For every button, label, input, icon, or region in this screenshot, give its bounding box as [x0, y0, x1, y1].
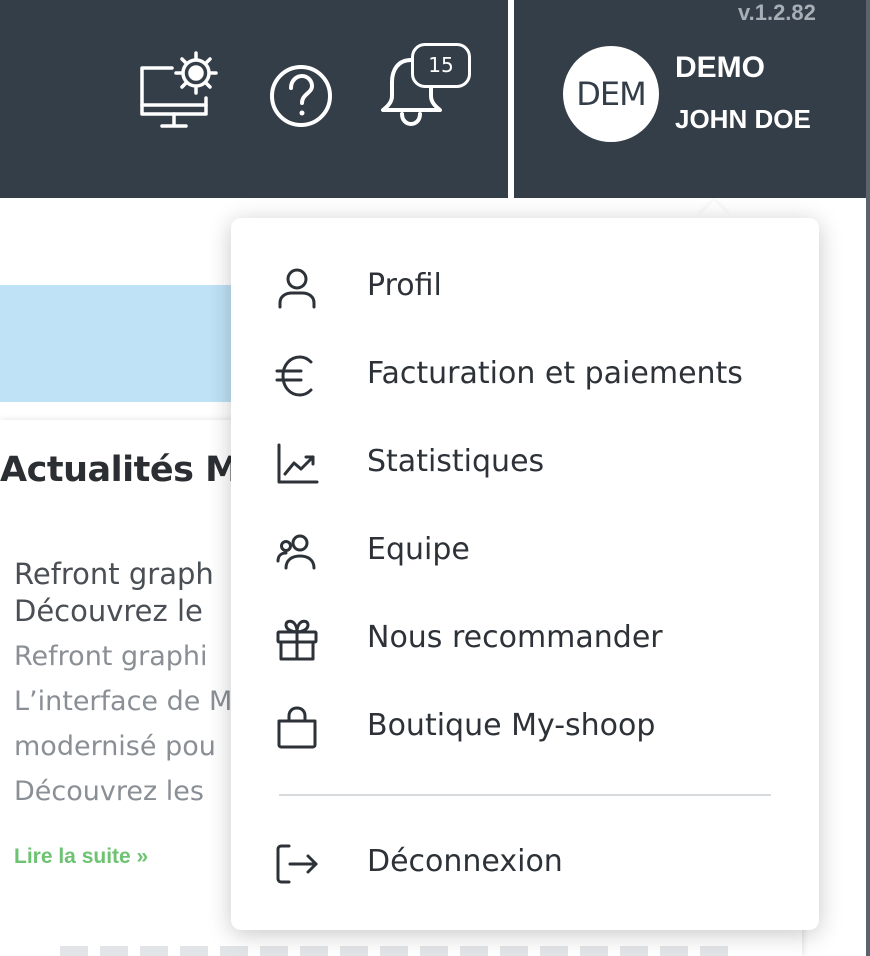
header-divider	[508, 0, 514, 198]
menu-item-label: Facturation et paiements	[367, 356, 743, 391]
menu-item-label: Boutique My-shoop	[367, 708, 656, 743]
notification-badge[interactable]: 15	[411, 43, 471, 88]
read-more-link[interactable]: Lire la suite »	[14, 845, 148, 869]
menu-item-boutique[interactable]: Boutique My-shoop	[231, 686, 819, 766]
top-header: v.1.2.82 15 DEM DEMO JOHN DOE	[0, 0, 866, 198]
gift-icon	[276, 619, 318, 661]
article-title-line: Découvrez le	[14, 594, 203, 628]
menu-item-deconnexion[interactable]: Déconnexion	[231, 822, 819, 902]
logout-icon	[276, 844, 318, 884]
menu-item-facturation[interactable]: Facturation et paiements	[231, 334, 819, 414]
menu-item-label: Déconnexion	[367, 844, 563, 879]
article-excerpt-line: Découvrez les	[14, 776, 204, 807]
article-excerpt: Refront graphi L’interface de M modernis…	[14, 634, 250, 814]
menu-item-label: Equipe	[367, 532, 470, 567]
user-icon	[278, 268, 316, 309]
menu-item-label: Nous recommander	[367, 620, 663, 655]
window-edge	[866, 0, 870, 956]
menu-item-profil[interactable]: Profil	[231, 246, 819, 326]
menu-item-label: Statistiques	[367, 444, 545, 479]
version-label: v.1.2.82	[738, 0, 816, 25]
help-icon[interactable]	[268, 63, 334, 129]
menu-item-statistiques[interactable]: Statistiques	[231, 422, 819, 502]
team-icon	[276, 534, 316, 570]
user-dropdown-menu: Profil Facturation et paiements Statisti…	[231, 218, 819, 930]
user-name[interactable]: JOHN DOE	[675, 104, 811, 135]
article-title-line: Refront graph	[14, 557, 214, 591]
avatar[interactable]: DEM	[563, 46, 659, 142]
computer-settings-icon[interactable]	[136, 50, 222, 132]
menu-divider	[279, 794, 771, 796]
menu-item-recommander[interactable]: Nous recommander	[231, 598, 819, 678]
article-excerpt-line: L’interface de M	[14, 686, 233, 717]
menu-item-equipe[interactable]: Equipe	[231, 510, 819, 590]
menu-item-label: Profil	[367, 268, 442, 303]
article-title[interactable]: Refront graph Découvrez le	[14, 556, 250, 630]
info-banner	[0, 285, 260, 402]
article-excerpt-line: modernisé pou	[14, 731, 216, 762]
cutoff-text	[60, 946, 740, 956]
article-excerpt-line: Refront graphi	[14, 641, 208, 672]
shopping-bag-icon	[277, 706, 317, 749]
euro-icon	[275, 355, 313, 397]
company-name[interactable]: DEMO	[675, 51, 765, 85]
news-section-title: Actualités M	[0, 450, 240, 490]
chart-icon	[277, 443, 319, 484]
